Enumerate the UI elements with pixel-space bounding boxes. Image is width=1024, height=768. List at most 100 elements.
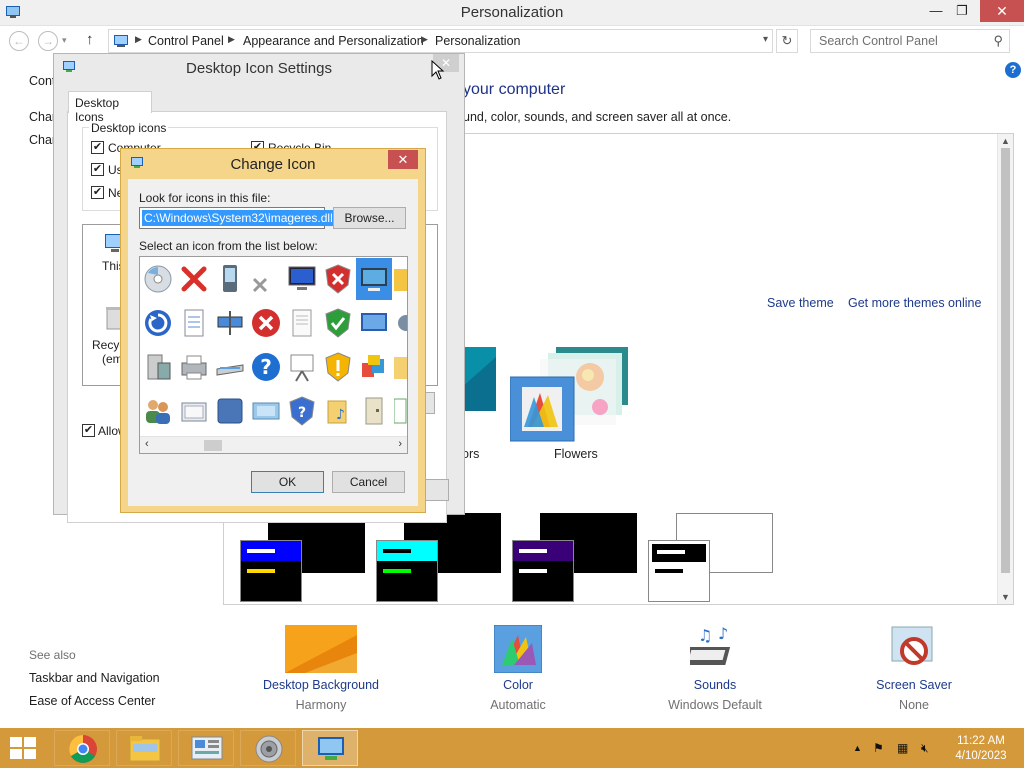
save-theme-link[interactable]: Save theme: [767, 296, 834, 310]
screen-frame-icon[interactable]: [250, 395, 282, 427]
forward-button[interactable]: →: [38, 31, 58, 51]
control-panel-taskbar-button[interactable]: [178, 730, 234, 766]
scanner-icon[interactable]: [214, 351, 246, 383]
horizontal-scroll-thumb[interactable]: [204, 440, 222, 451]
gray-x-icon[interactable]: [250, 275, 270, 295]
svg-text:?: ?: [298, 405, 306, 421]
desktop-icon-settings-ok-button[interactable]: [424, 479, 449, 501]
chrome-taskbar-button[interactable]: [54, 730, 110, 766]
show-hidden-icons-icon[interactable]: ▲: [853, 743, 862, 753]
scroll-thumb[interactable]: [1001, 148, 1010, 573]
window-frame-icon[interactable]: [178, 395, 210, 427]
icon-selection-grid[interactable]: ? ? ♪ ‹ ›: [139, 256, 408, 454]
icon-file-path-input[interactable]: C:\Windows\System32\imageres.dll: [139, 207, 335, 229]
taskbar-navigation-link[interactable]: Taskbar and Navigation: [29, 671, 160, 685]
refresh-button[interactable]: ↻: [776, 29, 798, 53]
up-arrow-icon[interactable]: ↑: [86, 31, 94, 48]
door-open-icon[interactable]: [358, 395, 390, 427]
network-icon[interactable]: ▦: [897, 741, 908, 755]
cancel-button[interactable]: Cancel: [332, 471, 405, 493]
error-x-circle-icon[interactable]: [250, 307, 282, 339]
ease-of-access-link[interactable]: Ease of Access Center: [29, 694, 155, 708]
desktop-background-icon[interactable]: [285, 625, 357, 673]
speaker-taskbar-button[interactable]: [240, 730, 296, 766]
document-partial-icon[interactable]: [394, 395, 408, 427]
action-center-flag-icon[interactable]: ⚑: [873, 741, 884, 755]
music-folder-icon[interactable]: ♪: [322, 395, 354, 427]
monitor-icon[interactable]: [286, 263, 318, 295]
scroll-up-icon[interactable]: ▲: [1001, 136, 1010, 146]
personalization-taskbar-button[interactable]: [302, 730, 358, 766]
address-bar[interactable]: ▶ Control Panel ▶ Appearance and Persona…: [108, 29, 773, 53]
scroll-right-icon[interactable]: ›: [398, 438, 402, 450]
themes-scrollbar[interactable]: ▲ ▼: [997, 134, 1013, 604]
high-contrast-theme-2[interactable]: [376, 540, 438, 602]
blue-panel-icon[interactable]: [214, 395, 246, 427]
printer-icon[interactable]: [178, 351, 210, 383]
security-shield-blue-icon[interactable]: ?: [286, 395, 318, 427]
breadcrumb-personalization[interactable]: Personalization: [435, 34, 520, 48]
control-panel-icon: [114, 35, 128, 47]
desktop-background-link[interactable]: Desktop Background: [255, 678, 387, 692]
change-icon-close-button[interactable]: ✕: [388, 150, 418, 169]
close-button[interactable]: ✕: [980, 0, 1024, 22]
breadcrumb-appearance[interactable]: Appearance and Personalization: [243, 34, 424, 48]
gear-partial-icon[interactable]: [394, 307, 408, 339]
cd-dvd-icon[interactable]: [142, 263, 174, 295]
search-icon[interactable]: ⚲: [993, 33, 1003, 49]
security-shield-red-icon[interactable]: [322, 263, 354, 295]
system-clock[interactable]: 11:22 AM 4/10/2023: [948, 734, 1014, 764]
security-shield-yellow-icon[interactable]: [322, 351, 354, 383]
breadcrumb-control-panel[interactable]: Control Panel: [148, 34, 224, 48]
flowers-theme-thumbnail[interactable]: [510, 347, 632, 443]
icon-grid-scrollbar[interactable]: ‹ ›: [140, 436, 407, 453]
sounds-icon[interactable]: ♫ ♪: [690, 625, 740, 673]
windows-start-icon[interactable]: [10, 737, 36, 759]
high-contrast-white[interactable]: [648, 540, 710, 602]
recent-locations-chevron-icon[interactable]: ▾: [62, 35, 67, 46]
get-more-themes-link[interactable]: Get more themes online: [848, 296, 981, 310]
help-icon[interactable]: ?: [1005, 62, 1021, 78]
security-shield-green-icon[interactable]: [322, 307, 354, 339]
high-contrast-theme-3[interactable]: [512, 540, 574, 602]
folder-partial-icon[interactable]: [394, 351, 408, 383]
sounds-link[interactable]: Sounds: [655, 678, 775, 692]
network-checkbox[interactable]: ✔: [91, 186, 104, 199]
minimize-button[interactable]: —: [922, 0, 950, 22]
network-computer-icon[interactable]: [358, 263, 390, 295]
search-input[interactable]: Search Control Panel ⚲: [810, 29, 1010, 53]
laptop-screen-icon[interactable]: [358, 307, 390, 339]
restore-button[interactable]: ❐: [948, 0, 976, 22]
folder-partial-icon[interactable]: [394, 263, 408, 295]
address-dropdown-icon[interactable]: ▾: [763, 34, 768, 45]
browse-button[interactable]: Browse...: [333, 207, 406, 229]
computer-checkbox[interactable]: ✔: [91, 141, 104, 154]
color-link[interactable]: Color: [458, 678, 578, 692]
users-files-checkbox[interactable]: ✔: [91, 163, 104, 176]
users-group-icon[interactable]: [142, 395, 174, 427]
tab-desktop-icons[interactable]: Desktop Icons: [68, 91, 152, 124]
file-explorer-taskbar-button[interactable]: [116, 730, 172, 766]
pda-device-icon[interactable]: [214, 263, 246, 295]
theme-thumbnail-partial[interactable]: [462, 347, 496, 411]
windows-restart-icon[interactable]: [142, 307, 174, 339]
high-contrast-theme-1[interactable]: [240, 540, 302, 602]
scroll-left-icon[interactable]: ‹: [145, 438, 149, 450]
projector-screen-icon[interactable]: [286, 351, 318, 383]
screen-saver-icon[interactable]: [890, 625, 938, 673]
blank-document-icon[interactable]: [286, 307, 318, 339]
allow-themes-checkbox[interactable]: ✔: [82, 424, 95, 437]
screen-saver-link[interactable]: Screen Saver: [854, 678, 974, 692]
system-restore-icon[interactable]: [142, 351, 174, 383]
left-link-control-panel-home[interactable]: Cont: [29, 74, 55, 88]
document-icon[interactable]: [178, 307, 210, 339]
color-palette-icon[interactable]: [494, 625, 542, 673]
volume-muted-icon[interactable]: 🔇︎: [921, 741, 929, 756]
ok-button[interactable]: OK: [251, 471, 324, 493]
help-question-icon[interactable]: ?: [250, 351, 282, 383]
network-connection-icon[interactable]: [214, 307, 246, 339]
programs-boxes-icon[interactable]: [358, 351, 390, 383]
scroll-down-icon[interactable]: ▼: [1001, 592, 1010, 602]
back-button[interactable]: ←: [9, 31, 29, 51]
red-x-icon[interactable]: [178, 263, 210, 295]
